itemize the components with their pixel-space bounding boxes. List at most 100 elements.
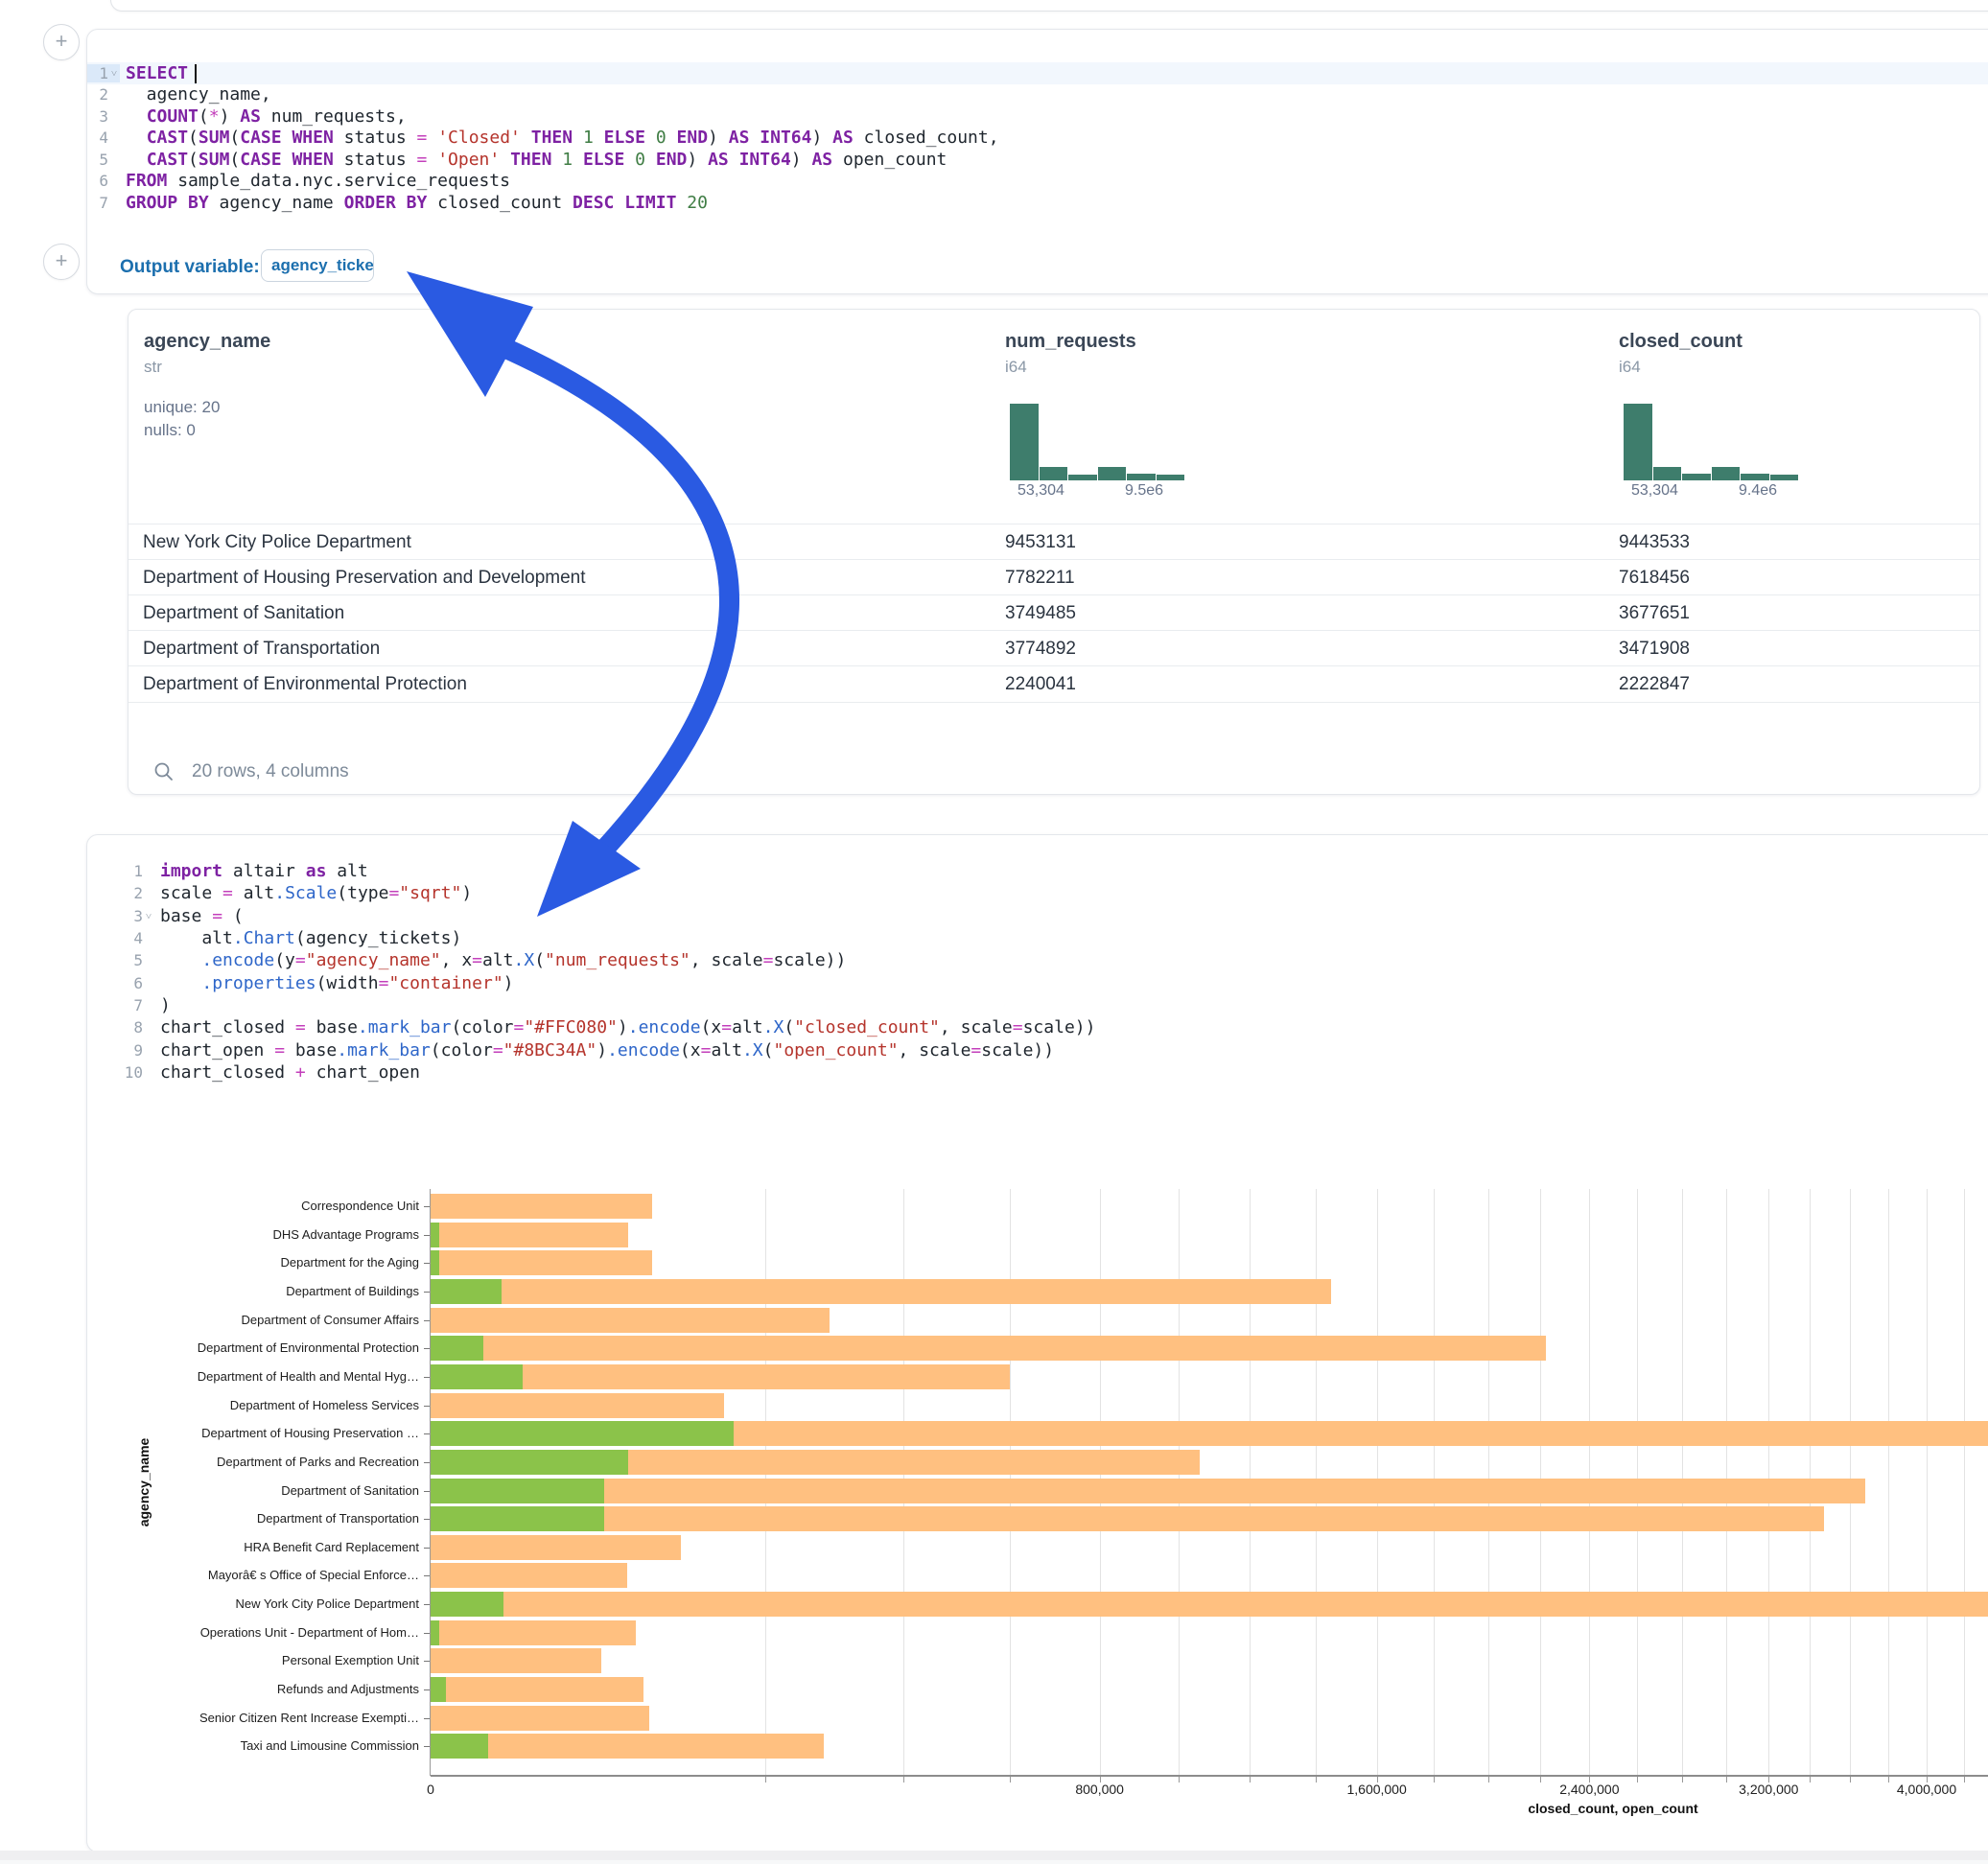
table-row[interactable]: Department of Environmental Protection22… — [129, 665, 1979, 703]
chart-bar-open_count — [431, 1279, 502, 1304]
code-line[interactable]: 5˅ .encode(y="agency_name", x=alt.X("num… — [87, 949, 1988, 971]
table-row[interactable]: Department of Sanitation37494853677651 — [129, 594, 1979, 631]
chart-axis-tick — [765, 1776, 766, 1782]
code-text: base = ( — [160, 906, 244, 926]
table-cell[interactable]: 7618456 — [1612, 568, 1979, 589]
notebook-page: + + 1˅ SELECT2˅ agency_name,3˅ COUNT(*) A… — [0, 0, 1988, 1864]
code-line[interactable]: 9˅chart_open = base.mark_bar(color="#8BC… — [87, 1038, 1988, 1060]
code-line[interactable]: 10˅chart_closed + chart_open — [87, 1061, 1988, 1083]
chart-bar-closed_count — [431, 1563, 627, 1588]
chart-y-axis-line — [430, 1189, 431, 1776]
chart-x-tick-label: 0 — [427, 1782, 434, 1797]
chart-category-label: Correspondence Unit — [131, 1199, 419, 1214]
code-text: import altair as alt — [160, 861, 368, 881]
sql-code-editor[interactable]: 1˅ SELECT2˅ agency_name,3˅ COUNT(*) AS nu… — [87, 62, 1988, 214]
code-line[interactable]: 3˅base = ( — [87, 905, 1988, 927]
table-cell[interactable]: Department of Sanitation — [129, 603, 998, 624]
chart-axis-tick — [1810, 1776, 1811, 1782]
chart-axis-tick — [1434, 1776, 1435, 1782]
chart-category-label: Department of Health and Mental Hyg… — [131, 1369, 419, 1385]
table-row[interactable]: Department of Transportation377489234719… — [129, 630, 1979, 666]
chart-bar-open_count — [431, 1592, 503, 1617]
column-name: num_requests — [1005, 331, 1612, 353]
line-number-gutter: 2˅ — [87, 884, 154, 902]
code-line[interactable]: 6˅FROM sample_data.nyc.service_requests — [87, 171, 1988, 193]
table-cell[interactable]: 3677651 — [1612, 603, 1979, 624]
table-cell[interactable]: 2240041 — [998, 674, 1612, 695]
line-number-gutter: 5˅ — [87, 151, 120, 169]
code-line[interactable]: 7˅GROUP BY agency_name ORDER BY closed_c… — [87, 192, 1988, 214]
chart-category-label: Operations Unit - Department of Hom… — [131, 1625, 419, 1641]
text-caret — [195, 64, 197, 83]
code-line[interactable]: 2˅ agency_name, — [87, 84, 1988, 106]
histogram-bar — [1712, 467, 1741, 480]
table-cell[interactable]: New York City Police Department — [129, 532, 998, 553]
chart-x-axis-title: closed_count, open_count — [1528, 1801, 1697, 1816]
chart-axis-tick — [1179, 1776, 1180, 1782]
table-cell[interactable]: 3749485 — [998, 603, 1612, 624]
chart-axis-tick — [1316, 1776, 1317, 1782]
line-number-gutter: 1˅ — [87, 64, 120, 82]
chart-category-label: Department of Parks and Recreation — [131, 1455, 419, 1470]
table-cell[interactable]: 2222847 — [1612, 674, 1979, 695]
line-number-gutter: 7˅ — [87, 996, 154, 1014]
table-header: agency_name str unique: 20 nulls: 0 num_… — [129, 310, 1979, 524]
fold-chevron-icon[interactable]: ˅ — [143, 910, 154, 922]
add-cell-button-middle[interactable]: + — [43, 244, 80, 280]
output-variable-label: Output variable: — [120, 257, 260, 278]
code-line[interactable]: 1˅ import altair as alt — [87, 860, 1988, 882]
table-cell[interactable]: 9443533 — [1612, 532, 1979, 553]
chart-bar-closed_count — [431, 1336, 1546, 1361]
chart-bar-open_count — [431, 1364, 523, 1389]
chart-axis-tick — [1726, 1776, 1727, 1782]
table-cell[interactable]: Department of Transportation — [129, 639, 998, 660]
chart-axis-tick — [903, 1776, 904, 1782]
column-header-num-requests[interactable]: num_requests i64 53,304 9.5e6 — [998, 310, 1612, 524]
line-number-gutter: 1˅ — [87, 862, 154, 880]
column-stat-unique: unique: 20 — [144, 396, 998, 419]
code-line[interactable]: 8˅chart_closed = base.mark_bar(color="#F… — [87, 1016, 1988, 1038]
code-line[interactable]: 3˅ COUNT(*) AS num_requests, — [87, 105, 1988, 128]
chart-bar-closed_count — [431, 1279, 1331, 1304]
table-cell[interactable]: 3774892 — [998, 639, 1612, 660]
python-code-editor[interactable]: 1˅ import altair as alt2˅scale = alt.Scal… — [87, 860, 1988, 1083]
search-icon[interactable] — [153, 761, 175, 782]
chart-x-tick-label: 1,600,000 — [1346, 1782, 1406, 1797]
table-cell[interactable]: 9453131 — [998, 532, 1612, 553]
code-line[interactable]: 4˅ CAST(SUM(CASE WHEN status = 'Closed' … — [87, 128, 1988, 150]
code-line[interactable]: 4˅ alt.Chart(agency_tickets) — [87, 927, 1988, 949]
table-row[interactable]: Department of Housing Preservation and D… — [129, 559, 1979, 595]
fold-chevron-icon[interactable]: ˅ — [108, 67, 120, 80]
code-line[interactable]: 1˅ SELECT — [87, 62, 1988, 84]
column-header-agency-name[interactable]: agency_name str unique: 20 nulls: 0 — [129, 310, 998, 524]
column-type: i64 — [1619, 358, 1979, 377]
add-cell-button-top[interactable]: + — [43, 24, 80, 60]
chart-bar-open_count — [431, 1479, 604, 1503]
chart-bar-open_count — [431, 1250, 439, 1275]
table-cell[interactable]: Department of Environmental Protection — [129, 674, 998, 695]
table-cell[interactable]: Department of Housing Preservation and D… — [129, 568, 998, 589]
table-cell[interactable]: 7782211 — [998, 568, 1612, 589]
code-line[interactable]: 7˅) — [87, 994, 1988, 1016]
chart-axis-tick — [1682, 1776, 1683, 1782]
histogram-bar — [1624, 404, 1652, 480]
result-table: agency_name str unique: 20 nulls: 0 num_… — [128, 309, 1980, 795]
chart-category-label: Personal Exemption Unit — [131, 1653, 419, 1668]
code-text: SELECT — [126, 63, 197, 83]
histogram-bar — [1741, 474, 1769, 480]
line-number-gutter: 4˅ — [87, 929, 154, 947]
table-row[interactable]: New York City Police Department945313194… — [129, 524, 1979, 560]
output-variable-input[interactable]: agency_tickets — [261, 249, 374, 282]
column-name: agency_name — [144, 331, 998, 353]
code-line[interactable]: 5˅ CAST(SUM(CASE WHEN status = 'Open' TH… — [87, 149, 1988, 171]
chart-category-label: Refunds and Adjustments — [131, 1682, 419, 1697]
column-header-closed-count[interactable]: closed_count i64 53,304 9.4e6 — [1612, 310, 1979, 524]
column-stat-nulls: nulls: 0 — [144, 419, 998, 442]
line-number-gutter: 2˅ — [87, 85, 120, 104]
code-line[interactable]: 6˅ .properties(width="container") — [87, 971, 1988, 993]
table-cell[interactable]: 3471908 — [1612, 639, 1979, 660]
histogram-min-label: 53,304 — [1017, 482, 1064, 500]
chart-axis-tick — [1888, 1776, 1889, 1782]
code-line[interactable]: 2˅scale = alt.Scale(type="sqrt") — [87, 882, 1988, 904]
chart-bar-open_count — [431, 1506, 604, 1531]
